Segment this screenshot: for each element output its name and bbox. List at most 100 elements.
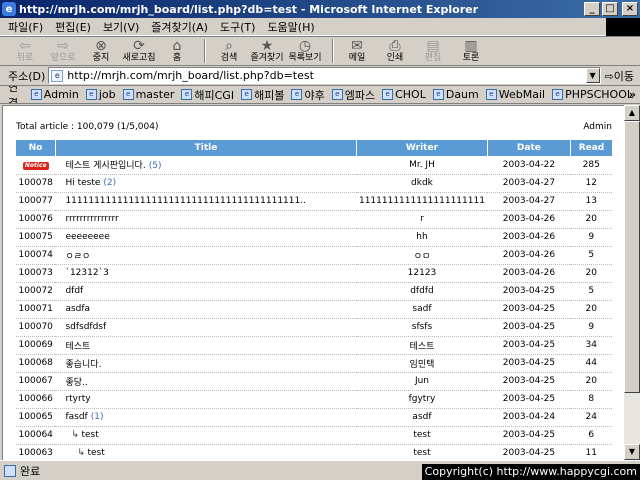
row-writer: dfdfd [356,282,488,301]
row-title-link[interactable]: rrrrrrrrrrrrrrr [65,214,118,224]
page-content: Total article : 100,079 (1/5,004) Admin … [2,105,624,460]
minimize-button[interactable]: _ [584,2,600,16]
row-date: 2003-04-24 [487,408,571,427]
print-button[interactable]: ⎙ 인쇄 [378,37,412,65]
scroll-down-button[interactable]: ▼ [624,444,640,460]
link-happyball[interactable]: e 해피볼 [241,87,284,103]
row-writer: sadf [356,300,488,319]
row-title-link[interactable]: dfdf [65,286,83,296]
link-job[interactable]: e job [85,88,116,101]
menu-tools[interactable]: 도구(T) [220,19,256,35]
link-master[interactable]: e master [122,88,174,101]
edit-button[interactable]: ▤ 편집 [416,37,450,65]
row-title-link[interactable]: 1111111111111111111111111111111111111111… [65,196,306,206]
link-webmail[interactable]: e WebMail [485,88,545,101]
table-row[interactable]: 100077 1111111111111111111111111111111111… [16,192,612,211]
stop-icon: ⊗ [95,37,107,54]
link-empas[interactable]: e 엠파스 [331,87,375,103]
title-bar: e http://mrjh.com/mrjh_board/list.php?db… [0,0,640,18]
row-title-link[interactable]: 좋습니다. [65,360,101,370]
search-icon: ⌕ [225,37,233,54]
row-title-cell: 테스트 게시판입니다. (5) [55,156,357,175]
table-row[interactable]: 100070 sdfsdfdsf sfsfs 2003-04-25 9 [16,318,612,337]
link-chol[interactable]: e CHOL [382,88,426,101]
row-title-link[interactable]: asdfa [65,304,90,314]
row-title-link[interactable]: 좋당.. [65,378,87,388]
table-row[interactable]: 100074 ㅇㄹㅇ ㅇㅁ 2003-04-26 5 [16,246,612,265]
favorites-button[interactable]: ★ 즐겨찾기 [250,37,284,65]
scroll-thumb[interactable] [624,121,640,393]
table-row[interactable]: 100064 ↳ test test 2003-04-25 6 [16,426,612,445]
row-read: 12 [570,174,612,193]
table-row[interactable]: 100067 좋당.. Jun 2003-04-25 20 [16,372,612,391]
refresh-button[interactable]: ⟳ 새로고침 [122,37,156,65]
row-writer: 12123 [356,264,488,283]
search-button[interactable]: ⌕ 검색 [212,37,246,65]
row-title-link[interactable]: fasdf [65,412,87,422]
table-row[interactable]: 100065 fasdf (1) asdf 2003-04-24 24 [16,408,612,427]
menu-help[interactable]: 도움말(H) [267,19,314,35]
link-phpschool[interactable]: e PHPSCHOOL [552,88,633,101]
vertical-scrollbar[interactable]: ▲ ▼ [624,105,640,460]
admin-link[interactable]: Admin [583,122,612,132]
menu-view[interactable]: 보기(V) [103,19,139,35]
discuss-button[interactable]: ▥ 토론 [454,37,488,65]
address-field[interactable]: e http://mrjh.com/mrjh_board/list.php?db… [48,67,601,84]
table-row[interactable]: 100068 좋습니다. 임민택 2003-04-25 44 [16,354,612,373]
table-row[interactable]: 100072 dfdf dfdfd 2003-04-25 5 [16,282,612,301]
row-no: 100071 [16,300,56,319]
go-button[interactable]: ⇨이동 [605,68,634,84]
table-row[interactable]: 100075 eeeeeeee hh 2003-04-26 9 [16,228,612,247]
row-date: 2003-04-22 [487,156,571,175]
row-title-link[interactable]: eeeeeeee [65,232,109,242]
copyright-text: Copyright(c) http://www.happycgi.com [421,464,640,480]
forward-button[interactable]: ⇨ 앞으로 [46,37,80,65]
row-title-link[interactable]: test [81,430,98,440]
address-url[interactable]: http://mrjh.com/mrjh_board/list.php?db=t… [67,69,585,82]
row-title-link[interactable]: rtyrty [65,394,90,404]
table-row[interactable]: 100069 테스트 테스트 2003-04-25 34 [16,336,612,355]
row-writer: Jun [356,372,488,391]
table-row[interactable]: 100066 rtyrty fgytry 2003-04-25 8 [16,390,612,409]
scroll-up-button[interactable]: ▲ [624,105,640,121]
link-daum[interactable]: e Daum [432,88,479,101]
menu-edit[interactable]: 편집(E) [55,19,91,35]
menu-file[interactable]: 파일(F) [8,19,43,35]
row-title-link[interactable]: 테스트 게시판입니다. [65,161,145,171]
row-title-cell: `12312`3 [55,264,357,283]
maximize-button[interactable]: □ [602,2,618,16]
row-read: 9 [570,228,612,247]
stop-button[interactable]: ⊗ 중지 [84,37,118,65]
table-row[interactable]: Notice 테스트 게시판입니다. (5) Mr. JH 2003-04-22 285 [16,156,612,175]
table-row[interactable]: 100076 rrrrrrrrrrrrrrr r 2003-04-26 20 [16,210,612,229]
close-button[interactable]: × [622,2,638,16]
row-date: 2003-04-25 [487,390,571,409]
row-title-link[interactable]: test [87,448,104,458]
table-row[interactable]: 100063 ↳ test test 2003-04-25 11 [16,444,612,460]
row-title-link[interactable]: sdfsdfdsf [65,322,106,332]
links-more-button[interactable]: » [629,88,636,101]
table-row[interactable]: 100078 Hi teste (2) dkdk 2003-04-27 12 [16,174,612,193]
row-date: 2003-04-27 [487,192,571,211]
home-button[interactable]: ⌂ 홈 [160,37,194,65]
table-row[interactable]: 100071 asdfa sadf 2003-04-25 20 [16,300,612,319]
link-yahoo[interactable]: e 야후 [291,87,325,103]
row-title-link[interactable]: Hi teste [65,178,100,188]
row-title-link[interactable]: 테스트 [65,342,90,352]
row-no: 100064 [16,426,56,445]
comment-count: (1) [90,412,104,422]
mail-button[interactable]: ✉ 메일 [340,37,374,65]
row-title-link[interactable]: `12312`3 [65,268,108,278]
row-no: 100066 [16,390,56,409]
table-row[interactable]: 100073 `12312`3 12123 2003-04-26 20 [16,264,612,283]
row-no: 100063 [16,444,56,460]
menu-favorites[interactable]: 즐겨찾기(A) [151,19,208,35]
row-title-link[interactable]: ㅇㄹㅇ [65,252,90,262]
row-date: 2003-04-26 [487,264,571,283]
back-button[interactable]: ⇦ 뒤로 [8,37,42,65]
comment-count: (2) [103,178,117,188]
address-dropdown-icon[interactable]: ▼ [585,68,600,83]
history-button[interactable]: ◷ 목록보기 [288,37,322,65]
link-happycgi[interactable]: e 해피CGI [181,87,234,103]
link-admin[interactable]: e Admin [30,88,79,101]
